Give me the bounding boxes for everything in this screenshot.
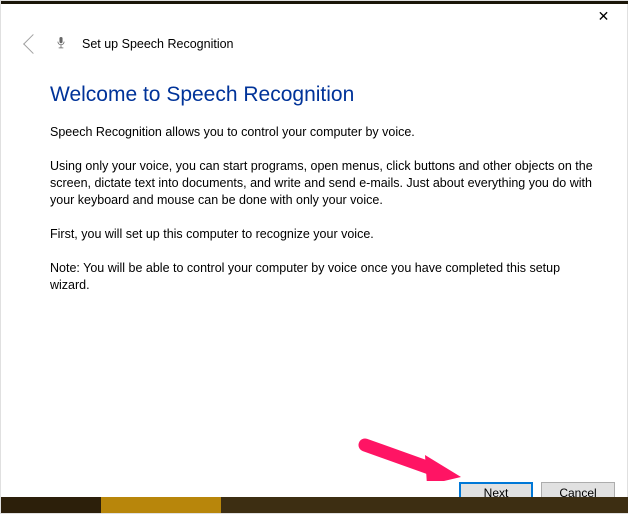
back-button [22, 35, 40, 53]
annotation-arrow-icon [357, 437, 461, 481]
microphone-icon [54, 37, 68, 51]
wizard-content: Welcome to Speech Recognition Speech Rec… [50, 83, 599, 311]
content-paragraph: Using only your voice, you can start pro… [50, 158, 599, 209]
content-paragraph: Note: You will be able to control your c… [50, 260, 599, 294]
wizard-title: Set up Speech Recognition [82, 37, 234, 51]
content-paragraph: First, you will set up this computer to … [50, 226, 599, 243]
desktop-strip-top [1, 1, 628, 17]
content-heading: Welcome to Speech Recognition [50, 83, 599, 107]
desktop-strip-bottom [1, 497, 628, 513]
content-paragraph: Speech Recognition allows you to control… [50, 124, 599, 141]
back-arrow-icon [23, 34, 43, 54]
